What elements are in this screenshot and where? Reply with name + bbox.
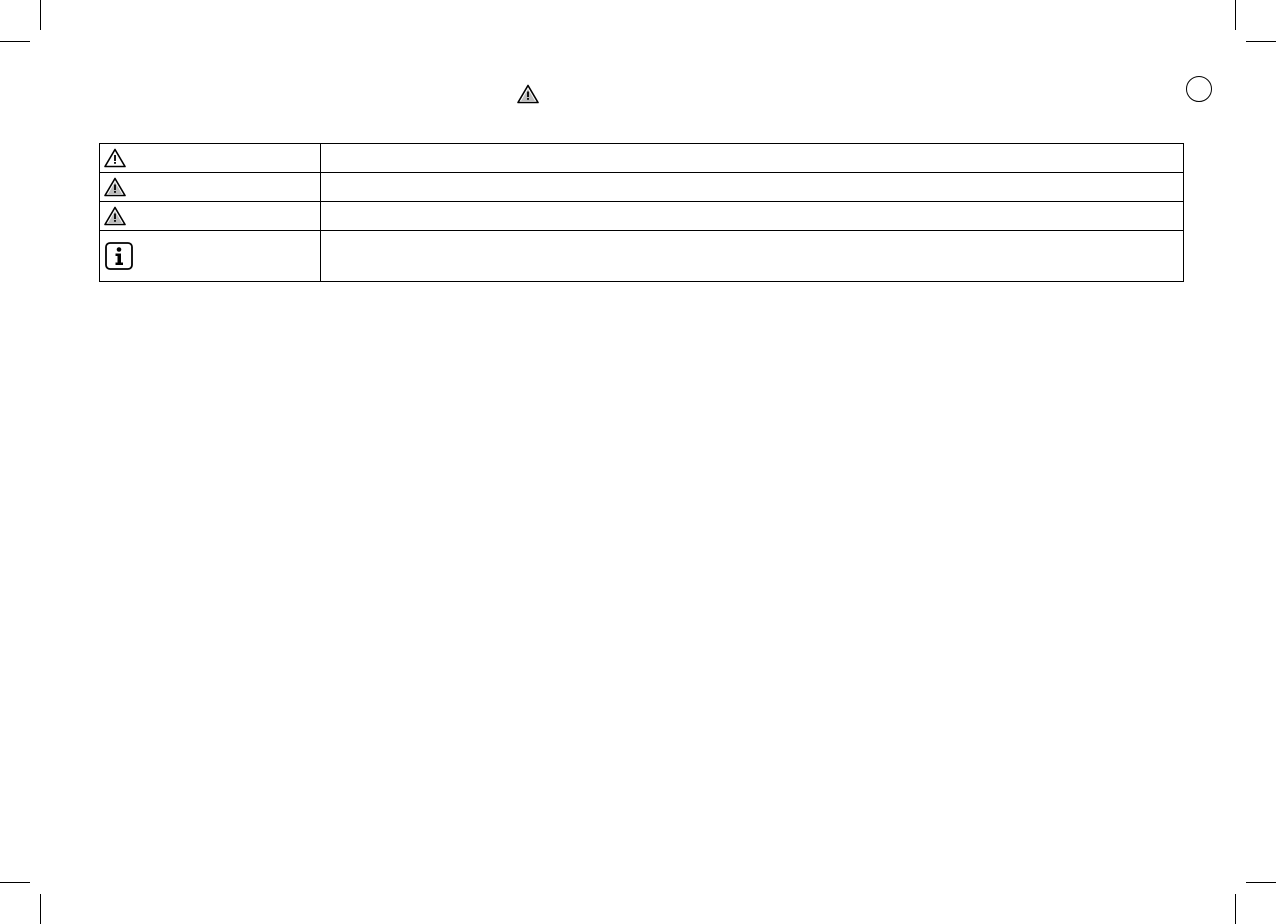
- crop-mark-bottom-left-vertical: [40, 894, 41, 924]
- symbol-cell: [99, 230, 321, 282]
- symbol-description: [320, 143, 1184, 173]
- warning-triangle-shaded-icon: [104, 177, 316, 197]
- table-row: [99, 230, 1184, 282]
- symbol-table: [99, 143, 1184, 282]
- table-row: [99, 172, 1184, 202]
- symbol-description: [320, 172, 1184, 202]
- crop-mark-top-right-vertical: [1235, 0, 1236, 30]
- table-row: [99, 201, 1184, 231]
- warning-triangle-outline-icon: [104, 148, 316, 168]
- crop-mark-top-left-horizontal: [0, 41, 30, 42]
- symbol-description: [320, 201, 1184, 231]
- crop-mark-bottom-left-horizontal: [0, 882, 30, 883]
- symbol-cell: [99, 172, 321, 202]
- symbol-cell: [99, 143, 321, 173]
- warning-triangle-shaded-icon: [104, 206, 316, 226]
- crop-mark-top-right-horizontal: [1246, 41, 1276, 42]
- warning-triangle-icon: [517, 84, 539, 104]
- crop-mark-top-left-vertical: [40, 0, 41, 30]
- symbol-description: [320, 230, 1184, 282]
- crop-mark-bottom-right-horizontal: [1246, 882, 1276, 883]
- crop-mark-bottom-right-vertical: [1235, 894, 1236, 924]
- page-badge: [1186, 76, 1212, 102]
- table-row: [99, 143, 1184, 173]
- symbol-cell: [99, 201, 321, 231]
- info-box-icon: [104, 241, 316, 271]
